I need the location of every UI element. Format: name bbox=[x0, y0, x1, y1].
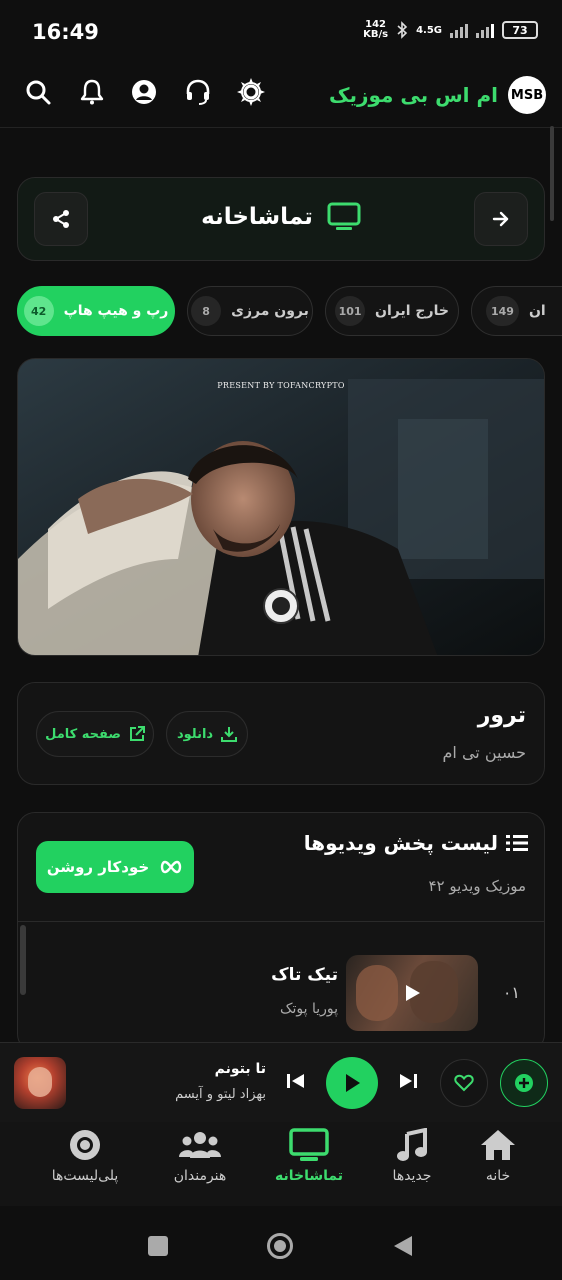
row-number: ۰۱ bbox=[502, 983, 520, 1002]
brand-name: ام اس بی موزیک bbox=[328, 83, 498, 107]
sun-icon[interactable] bbox=[236, 77, 266, 107]
home-button[interactable] bbox=[267, 1233, 293, 1259]
chip-rap-hiphop[interactable]: رپ و هیپ هاپ 42 bbox=[17, 286, 175, 336]
tv-icon bbox=[289, 1128, 329, 1161]
page-scrollbar[interactable] bbox=[550, 126, 554, 221]
mini-player-artist: بهزاد لیتو و آیسم bbox=[175, 1087, 266, 1102]
video-caption: PRESENT BY TOFANCRYPTO bbox=[217, 381, 345, 390]
track-title: ترور bbox=[477, 703, 526, 728]
status-icons: 142 KB/s 4.5G 73 bbox=[363, 20, 538, 40]
app-header: MSB ام اس بی موزیک bbox=[0, 68, 562, 128]
heart-icon bbox=[454, 1074, 474, 1092]
video-player[interactable]: PRESENT BY TOFANCRYPTO bbox=[17, 358, 545, 656]
status-time: 16:49 bbox=[32, 20, 99, 44]
plus-circle-icon bbox=[515, 1074, 533, 1092]
headset-icon[interactable] bbox=[184, 78, 212, 106]
nav-item-home[interactable]: خانه bbox=[448, 1128, 548, 1200]
nav-item-artists[interactable]: هنرمندان bbox=[150, 1128, 250, 1200]
play-icon bbox=[406, 985, 420, 1001]
download-button[interactable]: دانلود bbox=[166, 711, 248, 757]
nav-item-playlists[interactable]: پلی‌لیست‌ها bbox=[35, 1128, 135, 1200]
music-note-icon bbox=[397, 1128, 427, 1161]
disc-icon bbox=[70, 1130, 100, 1160]
page-title: تماشاخانه bbox=[201, 204, 313, 230]
nav-item-theater[interactable]: تماشاخانه bbox=[259, 1128, 359, 1200]
track-artist[interactable]: حسین تی ام bbox=[443, 743, 526, 762]
playlist-scrollbar[interactable] bbox=[20, 925, 26, 995]
list-icon bbox=[506, 835, 528, 851]
network-type: 4.5G bbox=[416, 24, 442, 36]
next-icon[interactable] bbox=[396, 1069, 420, 1093]
bottom-nav: خانه جدیدها تماشاخانه هنرمندان پلی‌لیست‌… bbox=[0, 1122, 562, 1206]
track-info-card: ترور حسین تی ام دانلود صفحه کامل bbox=[17, 682, 545, 785]
bluetooth-icon bbox=[397, 21, 408, 39]
mini-player-artwork[interactable] bbox=[14, 1057, 66, 1109]
full-page-button[interactable]: صفحه کامل bbox=[36, 711, 154, 757]
infinity-icon bbox=[160, 860, 182, 874]
row-thumbnail bbox=[346, 955, 478, 1031]
brand-logo: MSB bbox=[508, 76, 546, 114]
play-icon bbox=[346, 1074, 360, 1092]
watermark-logo-icon bbox=[263, 588, 299, 624]
users-icon bbox=[179, 1132, 221, 1158]
playlist-card: لیست پخش ویدیوها ۴۲ موزیک ویدیو خودکار ر… bbox=[17, 812, 545, 1052]
add-to-playlist-button[interactable] bbox=[500, 1059, 548, 1107]
autoplay-button[interactable]: خودکار روشن bbox=[36, 841, 194, 893]
status-bar: 16:49 142 KB/s 4.5G 73 bbox=[0, 0, 562, 66]
mini-player-title: تا بتونم bbox=[214, 1061, 266, 1077]
back-nav-icon[interactable] bbox=[392, 1234, 414, 1258]
play-button[interactable] bbox=[326, 1057, 378, 1109]
chip-kharej-iran[interactable]: خارج ایران 101 bbox=[325, 286, 459, 336]
playlist-divider bbox=[18, 921, 544, 922]
bell-icon[interactable] bbox=[78, 78, 106, 106]
battery-icon: 73 bbox=[502, 21, 538, 39]
previous-icon[interactable] bbox=[284, 1069, 308, 1093]
row-title: تیک تاک bbox=[271, 965, 338, 985]
home-icon bbox=[481, 1130, 515, 1160]
nav-item-new[interactable]: جدیدها bbox=[362, 1128, 462, 1200]
tv-icon bbox=[327, 202, 361, 230]
download-icon bbox=[221, 727, 238, 742]
brand[interactable]: MSB ام اس بی موزیک bbox=[329, 76, 546, 114]
back-button[interactable] bbox=[474, 192, 528, 246]
user-icon[interactable] bbox=[130, 78, 158, 106]
playlist-subtitle: ۴۲ موزیک ویدیو bbox=[428, 877, 526, 895]
category-chips: رپ و هیپ هاپ 42 برون مرزی 8 خارج ایران 1… bbox=[0, 286, 562, 338]
page-title-card: تماشاخانه bbox=[17, 177, 545, 261]
page-title-wrap: تماشاخانه bbox=[18, 202, 544, 232]
playlist-title: لیست پخش ویدیوها bbox=[304, 831, 528, 855]
chip-iran[interactable]: ان 149 bbox=[471, 286, 562, 336]
search-icon[interactable] bbox=[24, 78, 52, 106]
mini-player: تا بتونم بهزاد لیتو و آیسم bbox=[0, 1042, 562, 1122]
net-speed: 142 KB/s bbox=[363, 19, 389, 40]
recents-button[interactable] bbox=[148, 1236, 168, 1256]
like-button[interactable] bbox=[440, 1059, 488, 1107]
system-nav bbox=[0, 1206, 562, 1280]
external-link-icon bbox=[129, 726, 145, 741]
arrow-right-icon bbox=[492, 211, 509, 227]
signal-icon bbox=[450, 22, 468, 38]
signal-2-icon bbox=[476, 22, 494, 38]
chip-beroon-marzi[interactable]: برون مرزی 8 bbox=[187, 286, 313, 336]
row-artist: پوریا پوتک bbox=[279, 1001, 338, 1017]
